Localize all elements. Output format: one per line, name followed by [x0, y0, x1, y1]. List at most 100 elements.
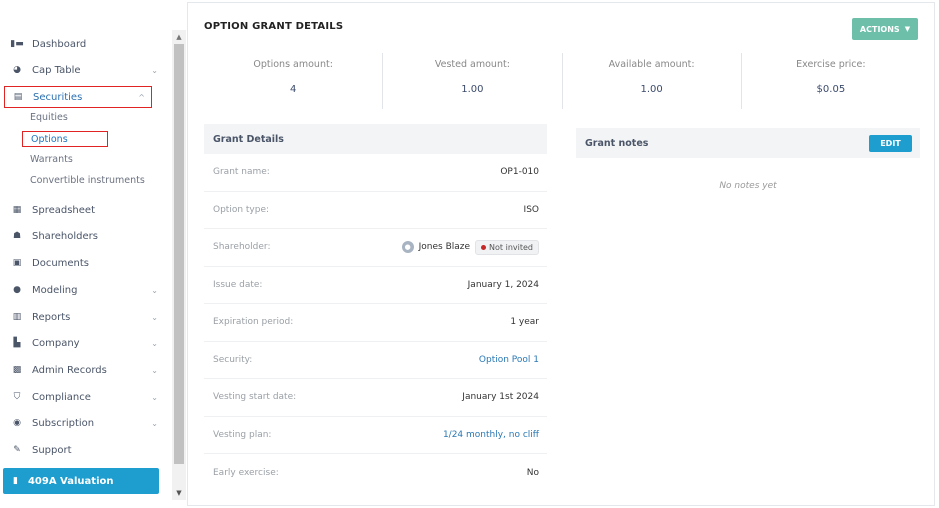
sidebar-item-label: Company: [32, 337, 80, 349]
edit-notes-button[interactable]: EDIT: [869, 134, 912, 152]
file-icon: ▮: [13, 476, 18, 486]
caret-down-icon: ▼: [904, 25, 911, 33]
grant-details-card: Grant Details Grant name: OP1-010 Option…: [204, 124, 547, 494]
detail-value: ISO: [523, 204, 539, 215]
detail-label: Vesting plan:: [213, 429, 272, 440]
detail-label: Early exercise:: [213, 467, 279, 478]
detail-label: Issue date:: [213, 279, 263, 290]
chevron-down-icon: ⌄: [151, 285, 158, 295]
sidebar-subitem-equities[interactable]: Equities: [30, 110, 68, 126]
sidebar-item-subscription[interactable]: ◉ Subscription ⌄: [4, 412, 164, 434]
stat-value: 1.00: [640, 84, 663, 95]
sidebar-item-label: Reports: [32, 311, 71, 323]
stats-row: Options amount: 4 Vested amount: 1.00 Av…: [204, 53, 920, 109]
vesting-plan-link[interactable]: 1/24 monthly, no cliff: [443, 430, 539, 440]
chevron-down-icon: ⌄: [151, 365, 158, 375]
stat-label: Available amount:: [608, 59, 695, 70]
empty-notes-text: No notes yet: [719, 181, 777, 191]
sidebar-scrollbar[interactable]: ▲ ▼: [172, 30, 186, 500]
status-badge: Not invited: [475, 239, 539, 255]
scroll-down-icon[interactable]: ▼: [172, 486, 186, 500]
pie-chart-icon: ◕: [13, 65, 21, 75]
stat-label: Vested amount:: [434, 59, 510, 70]
sidebar-item-label: Support: [32, 444, 72, 456]
sidebar-item-documents[interactable]: ▣ Documents: [4, 252, 164, 274]
sidebar-item-dashboard[interactable]: ▮▬ Dashboard: [4, 33, 164, 55]
sidebar-item-label: Dashboard: [32, 38, 87, 50]
shareholder-info[interactable]: ● Jones Blaze Not invited: [401, 239, 539, 255]
sidebar-item-cap-table[interactable]: ◕ Cap Table ⌄: [4, 59, 164, 81]
shareholder-name[interactable]: Jones Blaze: [419, 242, 470, 252]
stat-exercise-price: Exercise price: $0.05: [742, 53, 920, 109]
sidebar-item-label: Admin Records: [32, 364, 107, 376]
dollar-icon: ◉: [13, 418, 21, 428]
stat-value: $0.05: [816, 84, 846, 95]
sidebar-item-spreadsheet[interactable]: ▦ Spreadsheet: [4, 199, 164, 221]
sidebar: ▮▬ Dashboard ◕ Cap Table ⌄ ▤ Securities …: [0, 0, 172, 508]
sidebar-item-modeling[interactable]: ● Modeling ⌄: [4, 279, 164, 301]
detail-label: Option type:: [213, 204, 270, 215]
person-icon: ☗: [12, 231, 22, 241]
sidebar-item-securities[interactable]: ▤ Securities ^: [4, 86, 152, 108]
sidebar-item-label: Documents: [32, 257, 90, 269]
detail-row-grant-name: Grant name: OP1-010: [204, 154, 547, 192]
support-icon: ✎: [13, 445, 21, 455]
document-icon: ▣: [12, 258, 22, 268]
sidebar-item-admin-records[interactable]: ▩ Admin Records ⌄: [4, 359, 164, 381]
sidebar-item-label: Compliance: [32, 391, 91, 403]
option-grant-panel: OPTION GRANT DETAILS ACTIONS ▼ Options a…: [187, 2, 935, 506]
chevron-down-icon: ⌄: [151, 418, 158, 428]
avatar: ●: [401, 241, 414, 254]
sidebar-item-label: Modeling: [32, 284, 78, 296]
sidebar-item-label: Subscription: [32, 417, 95, 429]
sidebar-item-label: Spreadsheet: [32, 204, 95, 216]
detail-value: 1 year: [510, 317, 539, 328]
detail-row-early-exercise: Early exercise: No: [204, 454, 547, 492]
spreadsheet-icon: ▦: [12, 205, 22, 215]
stat-options-amount: Options amount: 4: [204, 53, 384, 109]
detail-label: Grant name:: [213, 167, 270, 178]
detail-label: Shareholder:: [213, 242, 271, 253]
detail-row-security: Security: Option Pool 1: [204, 342, 547, 379]
grant-notes-header: Grant notes EDIT: [576, 128, 920, 158]
chevron-down-icon: ⌄: [151, 392, 158, 402]
sidebar-subitem-warrants[interactable]: Warrants: [30, 152, 73, 168]
actions-label: ACTIONS: [859, 24, 900, 34]
detail-row-shareholder: Shareholder: ● Jones Blaze Not invited: [204, 229, 547, 267]
detail-row-vesting-plan: Vesting plan: 1/24 monthly, no cliff: [204, 417, 547, 454]
409a-valuation-button[interactable]: ▮ 409A Valuation: [3, 468, 159, 494]
shield-icon: ⛉: [13, 392, 21, 402]
detail-label: Vesting start date:: [213, 392, 297, 403]
sidebar-item-support[interactable]: ✎ Support: [4, 439, 164, 461]
report-icon: ▥: [12, 312, 22, 322]
security-link[interactable]: Option Pool 1: [479, 355, 539, 365]
sidebar-item-shareholders[interactable]: ☗ Shareholders: [4, 225, 164, 247]
grant-notes-card: Grant notes EDIT No notes yet: [576, 128, 920, 191]
chevron-down-icon: ⌄: [151, 338, 158, 348]
detail-label: Security:: [213, 354, 253, 365]
stat-value: 1.00: [461, 84, 484, 95]
sidebar-item-compliance[interactable]: ⛉ Compliance ⌄: [4, 386, 164, 408]
sidebar-subitem-convertible-instruments[interactable]: Convertible instruments: [30, 173, 145, 189]
detail-row-issue-date: Issue date: January 1, 2024: [204, 267, 547, 304]
sidebar-item-reports[interactable]: ▥ Reports ⌄: [4, 306, 164, 328]
records-icon: ▩: [12, 365, 22, 375]
sidebar-subitem-options[interactable]: Options: [22, 131, 108, 147]
scrollbar-thumb[interactable]: [174, 44, 184, 464]
company-icon: ▙: [13, 338, 21, 348]
chevron-down-icon: ⌄: [151, 65, 158, 75]
status-dot-icon: [481, 244, 487, 250]
grant-details-header: Grant Details: [204, 124, 547, 154]
detail-value: OP1-010: [500, 167, 539, 178]
sidebar-item-label: Shareholders: [32, 230, 98, 242]
sidebar-item-label: Cap Table: [32, 64, 81, 76]
lightbulb-icon: ●: [13, 285, 21, 295]
stat-value: 4: [289, 84, 297, 95]
scroll-up-icon[interactable]: ▲: [172, 30, 186, 44]
actions-button[interactable]: ACTIONS ▼: [852, 18, 918, 40]
grant-notes-title: Grant notes: [585, 137, 649, 149]
detail-row-vesting-start-date: Vesting start date: January 1st 2024: [204, 379, 547, 417]
detail-value: No: [526, 467, 539, 478]
detail-label: Expiration period:: [213, 317, 294, 328]
sidebar-item-company[interactable]: ▙ Company ⌄: [4, 332, 164, 354]
